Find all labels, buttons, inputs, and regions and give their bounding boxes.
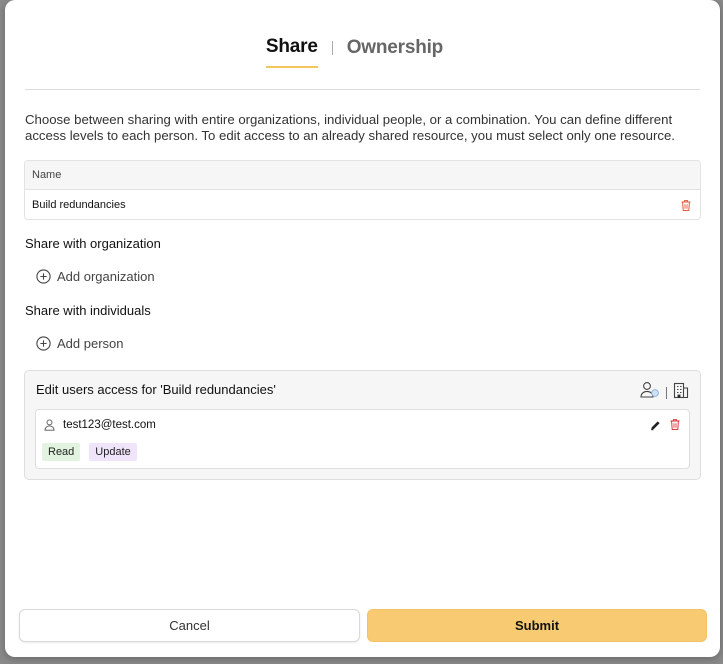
trash-icon[interactable] <box>669 418 681 436</box>
user-actions <box>650 418 681 436</box>
resource-name: Build redundancies <box>32 199 126 211</box>
plus-circle-icon <box>36 269 51 284</box>
plus-circle-icon <box>36 336 51 351</box>
building-view-icon[interactable] <box>673 382 689 404</box>
tab-bar: Share Ownership <box>5 36 720 68</box>
tab-separator <box>331 41 333 55</box>
add-organization-label: Add organization <box>57 269 155 284</box>
table-row: Build redundancies <box>25 190 700 219</box>
user-access-card: test123@test.com Read Update <box>35 409 690 469</box>
add-person-label: Add person <box>57 336 124 351</box>
table-header-name: Name <box>25 161 700 190</box>
user-line: test123@test.com <box>44 419 156 431</box>
view-toggle-separator <box>666 386 667 399</box>
access-panel-title: Edit users access for 'Build redundancie… <box>36 382 276 397</box>
view-toggle <box>640 381 689 404</box>
user-access-panel: Edit users access for 'Build redundancie… <box>24 370 701 480</box>
edit-pencil-icon[interactable] <box>650 418 661 436</box>
cancel-button[interactable]: Cancel <box>19 609 360 642</box>
user-email: test123@test.com <box>63 419 156 431</box>
badge-update: Update <box>89 443 137 461</box>
share-organization-label: Share with organization <box>25 236 161 251</box>
header-divider <box>25 89 700 90</box>
resource-table: Name Build redundancies <box>24 160 701 220</box>
submit-button[interactable]: Submit <box>367 609 707 642</box>
person-icon <box>44 419 55 431</box>
share-description: Choose between sharing with entire organ… <box>25 112 675 143</box>
users-view-icon[interactable] <box>640 381 660 404</box>
share-individuals-label: Share with individuals <box>25 303 151 318</box>
add-organization-button[interactable]: Add organization <box>36 269 155 284</box>
trash-icon[interactable] <box>680 199 692 212</box>
add-person-button[interactable]: Add person <box>36 336 124 351</box>
share-dialog: Share Ownership Choose between sharing w… <box>5 0 720 657</box>
tab-share[interactable]: Share <box>265 36 318 68</box>
permission-badges: Read Update <box>42 443 137 461</box>
badge-read: Read <box>42 443 81 461</box>
tab-ownership[interactable]: Ownership <box>347 37 444 67</box>
